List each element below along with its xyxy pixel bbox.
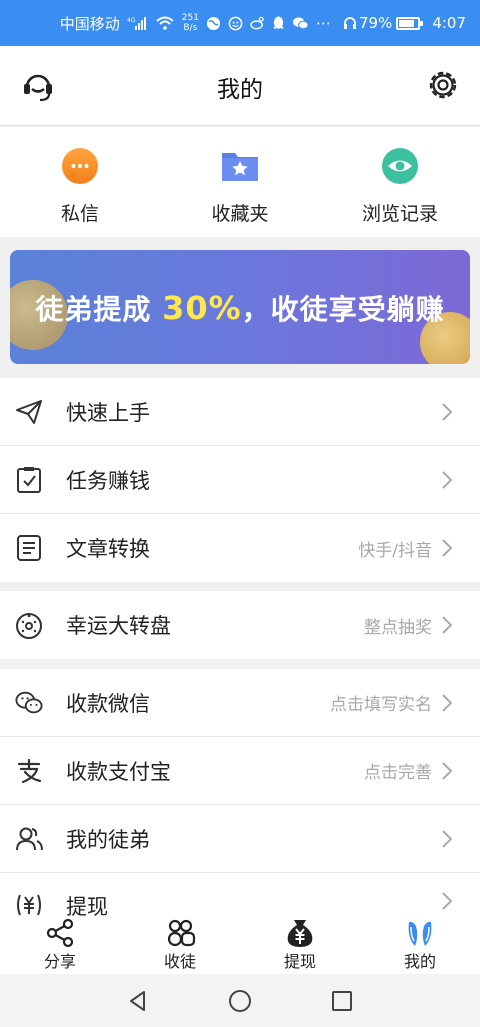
menu-item-subtext: 整点抽奖 [364, 617, 432, 638]
money-bag-icon [287, 920, 313, 947]
chevron-right-icon [442, 892, 453, 910]
wechat-status-icon [292, 16, 309, 30]
quick-item-history[interactable]: 浏览记录 [320, 127, 480, 237]
bunny-ears-icon [408, 921, 432, 946]
paper-plane-icon [16, 399, 42, 424]
wifi-icon [156, 16, 174, 30]
chevron-right-icon [442, 470, 453, 489]
home-circle-icon [229, 989, 251, 1012]
menu-group-2: 幸运大转盘 整点抽奖 [0, 591, 480, 659]
tab-recruit[interactable]: 收徒 [120, 918, 240, 974]
banner-text: 徒弟提成 30%，收徒享受躺赚 [35, 289, 445, 327]
tab-mine[interactable]: 我的 [360, 918, 480, 974]
promo-banner[interactable]: 徒弟提成 30%，收徒享受躺赚 [10, 250, 470, 364]
page-title: 我的 [217, 77, 263, 103]
status-bar: 中国移动 4G 251 B/s ⋯ 79% 4:07 [0, 0, 480, 46]
document-icon [17, 535, 41, 561]
carrier-label: 中国移动 [59, 14, 120, 33]
headphone-icon [343, 16, 357, 30]
share-icon [46, 918, 74, 948]
bottom-tab-bar: 分享 收徒 提现 我的 [0, 918, 480, 974]
chevron-right-icon [442, 693, 453, 712]
wechat-icon [15, 691, 43, 713]
menu-item-article-convert[interactable]: 文章转换 快手/抖音 [0, 514, 480, 582]
users-icon [16, 827, 43, 850]
menu-item-lucky-wheel[interactable]: 幸运大转盘 整点抽奖 [0, 591, 480, 659]
battery-icon [396, 16, 424, 30]
back-button[interactable] [87, 990, 189, 1012]
menu-item-subtext: 点击完善 [364, 763, 432, 783]
gear-icon[interactable] [426, 68, 460, 102]
page-header: 我的 [0, 46, 480, 126]
wheel-icon [16, 613, 42, 639]
back-triangle-icon [130, 990, 145, 1011]
network-speed: 251 B/s [181, 13, 199, 33]
menu-item-tasks[interactable]: 任务赚钱 [0, 446, 480, 514]
star-folder-icon [222, 153, 258, 181]
signal-icon: 4G [127, 16, 149, 30]
recruit-icon [167, 919, 196, 947]
recents-square-icon [332, 990, 352, 1011]
chevron-right-icon [442, 539, 453, 557]
home-button[interactable] [189, 989, 291, 1013]
chevron-right-icon [442, 616, 453, 634]
clock: 4:07 [432, 14, 466, 32]
quick-item-label: 私信 [60, 203, 99, 225]
recents-button[interactable] [291, 990, 393, 1012]
tab-withdraw[interactable]: 提现 [240, 918, 360, 974]
quick-item-label: 浏览记录 [361, 203, 438, 225]
battery-percent: 79% [358, 14, 393, 32]
menu-group-3: 收款微信 点击填写实名 收款支付宝 点击完善 我的徒弟 提现 [0, 669, 480, 933]
menu-item-quick-start[interactable]: 快速上手 [0, 378, 480, 446]
quick-item-label: 收藏夹 [211, 203, 269, 225]
quick-item-favorites[interactable]: 收藏夹 [160, 127, 320, 237]
menu-item-subtext: 快手/抖音 [358, 540, 432, 561]
qq-icon [272, 16, 285, 31]
more-dots-icon: ⋯ [315, 14, 331, 32]
chevron-right-icon [442, 402, 453, 421]
message-bubble-icon [62, 148, 98, 184]
yuan-icon [17, 894, 41, 916]
tab-share[interactable]: 分享 [0, 918, 120, 974]
menu-group-1: 快速上手 任务赚钱 文章转换 快手/抖音 [0, 378, 480, 582]
menu-item-alipay-payee[interactable]: 收款支付宝 点击完善 [0, 737, 480, 805]
weibo-icon [250, 16, 265, 30]
clipboard-check-icon [17, 466, 41, 493]
quick-entries: 私信 收藏夹 浏览记录 [0, 127, 480, 237]
system-nav-bar [0, 974, 480, 1027]
chevron-right-icon [442, 829, 453, 848]
alipay-icon [17, 758, 42, 783]
menu-item-subtext: 点击填写实名 [330, 695, 432, 715]
quick-item-messages[interactable]: 私信 [0, 127, 160, 237]
globe-icon [206, 16, 221, 31]
face-icon [228, 16, 243, 31]
menu-item-wechat-payee[interactable]: 收款微信 点击填写实名 [0, 669, 480, 737]
eye-icon [382, 148, 418, 184]
svg-text:4G: 4G [127, 17, 136, 24]
menu-item-my-apprentices[interactable]: 我的徒弟 [0, 805, 480, 873]
chevron-right-icon [442, 761, 453, 780]
